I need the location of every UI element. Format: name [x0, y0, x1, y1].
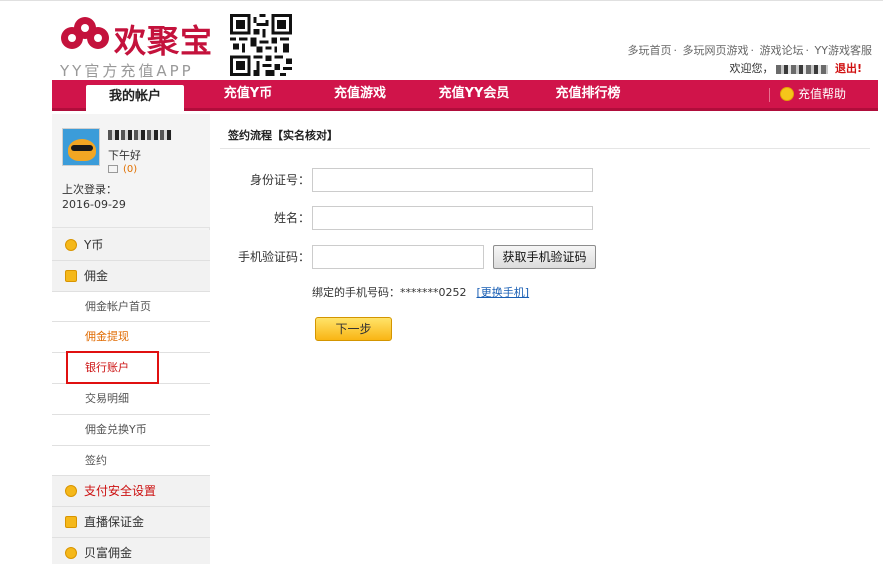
get-sms-code-button[interactable]: 获取手机验证码	[493, 245, 596, 269]
bound-phone-info: 绑定的手机号码：*******0252 [更换手机]	[312, 284, 529, 300]
last-login-date: 2016-09-29	[62, 198, 126, 211]
sidebar-item-beifu-commission[interactable]: 贝富佣金	[52, 537, 210, 564]
top-link-support[interactable]: YY游戏客服	[815, 44, 872, 57]
nav-tab-recharge-ycoin[interactable]: 充值Y币	[208, 80, 288, 108]
avatar[interactable]	[62, 128, 100, 166]
top-link-home[interactable]: 多玩首页	[628, 44, 672, 57]
mail-icon	[108, 165, 118, 173]
last-login-label: 上次登录：	[62, 183, 117, 196]
sidebar-item-label: 直播保证金	[84, 515, 145, 530]
money-bag-icon	[65, 269, 77, 282]
user-profile-panel: 下午好 (0) 上次登录： 2016-09-29	[52, 114, 210, 228]
top-link-webgame[interactable]: 多玩网页游戏	[683, 44, 749, 57]
top-border-line	[0, 0, 883, 1]
greeting-text: 下午好	[108, 149, 141, 162]
sidebar-item-commission-home[interactable]: 佣金帐户首页	[52, 291, 210, 323]
change-phone-link[interactable]: [更换手机]	[477, 286, 530, 299]
nav-tab-my-account[interactable]: 我的帐户	[86, 85, 184, 111]
welcome-label: 欢迎您，	[729, 62, 774, 75]
username-redacted	[776, 64, 829, 74]
brand-subtitle: YY官方充值APP	[60, 62, 194, 80]
coin-icon	[65, 239, 77, 251]
help-label: 充值帮助	[798, 87, 847, 101]
welcome-bar: 欢迎您， 退出!	[729, 60, 862, 76]
sidebar-item-label: 贝富佣金	[84, 545, 133, 560]
bound-phone-number: *******0252	[400, 286, 467, 299]
help-icon	[780, 86, 794, 101]
page-title: 签约流程【实名核对】	[228, 129, 338, 142]
sidebar-item-commission-withdraw[interactable]: 佣金提现	[52, 322, 210, 354]
sidebar-item-transactions[interactable]: 交易明细	[52, 383, 210, 415]
brand-logo[interactable]: 欢聚宝 YY官方充值APP	[58, 14, 228, 80]
security-icon	[65, 485, 77, 498]
main-nav: 我的帐户 充值Y币 充值游戏 充值YY会员 充值排行榜 充值帮助	[52, 80, 878, 111]
messages-indicator[interactable]: (0)	[108, 164, 137, 175]
coin-icon	[65, 546, 77, 559]
id-number-input[interactable]	[312, 168, 593, 192]
qr-code-icon	[230, 14, 292, 76]
top-links: 多玩首页 · 多玩网页游戏 · 游戏论坛 · YY游戏客服	[627, 44, 872, 57]
top-link-forum[interactable]: 游戏论坛	[760, 44, 804, 57]
profile-username-redacted	[108, 130, 172, 140]
title-divider	[220, 148, 870, 149]
sidebar-item-label: 支付安全设置	[84, 484, 157, 499]
bound-phone-label: 绑定的手机号码：	[312, 286, 400, 299]
id-number-label: 身份证号：	[249, 173, 310, 187]
nav-divider	[769, 88, 770, 102]
sidebar-item-commission[interactable]: 佣金	[52, 260, 210, 292]
sidebar-item-label: Y币	[84, 238, 104, 252]
name-row: 姓名：	[220, 206, 600, 230]
nav-tab-recharge-vip[interactable]: 充值YY会员	[430, 80, 518, 108]
next-step-button[interactable]: 下一步	[315, 317, 392, 341]
logout-link[interactable]: 退出!	[835, 62, 862, 75]
sidebar: 下午好 (0) 上次登录： 2016-09-29 Y币 佣金 佣金帐户首页 佣金…	[52, 114, 210, 564]
help-link[interactable]: 充值帮助	[780, 80, 846, 108]
sidebar-menu: Y币 佣金 佣金帐户首页 佣金提现 银行账户 交易明细 佣金兑换Y币 签约 支付…	[52, 230, 210, 564]
nav-tab-ranking[interactable]: 充值排行榜	[546, 80, 630, 108]
nav-tab-recharge-game[interactable]: 充值游戏	[320, 80, 400, 108]
name-input[interactable]	[312, 206, 593, 230]
sidebar-item-sign-contract[interactable]: 签约	[52, 445, 210, 477]
name-label: 姓名：	[273, 211, 310, 225]
sidebar-item-ycoin[interactable]: Y币	[52, 230, 210, 261]
page-container: 欢聚宝 YY官方充值APP 多玩首页 · 多玩网页游戏 · 游戏论坛 · YY游戏客服…	[52, 8, 878, 564]
sms-code-row: 手机验证码： 获取手机验证码	[220, 245, 600, 269]
play-icon	[65, 516, 77, 529]
brand-mark-icon	[61, 17, 109, 49]
sidebar-item-label: 佣金	[84, 268, 109, 283]
sidebar-item-exchange-ycoin[interactable]: 佣金兑换Y币	[52, 414, 210, 446]
sidebar-item-live-deposit[interactable]: 直播保证金	[52, 507, 210, 538]
message-count: (0)	[123, 164, 138, 175]
sms-code-label: 手机验证码：	[237, 250, 310, 264]
brand-name: 欢聚宝	[114, 22, 214, 60]
id-number-row: 身份证号：	[220, 168, 600, 192]
sms-code-input[interactable]	[312, 245, 484, 269]
highlight-box	[66, 351, 159, 384]
sidebar-item-payment-security[interactable]: 支付安全设置	[52, 476, 210, 508]
